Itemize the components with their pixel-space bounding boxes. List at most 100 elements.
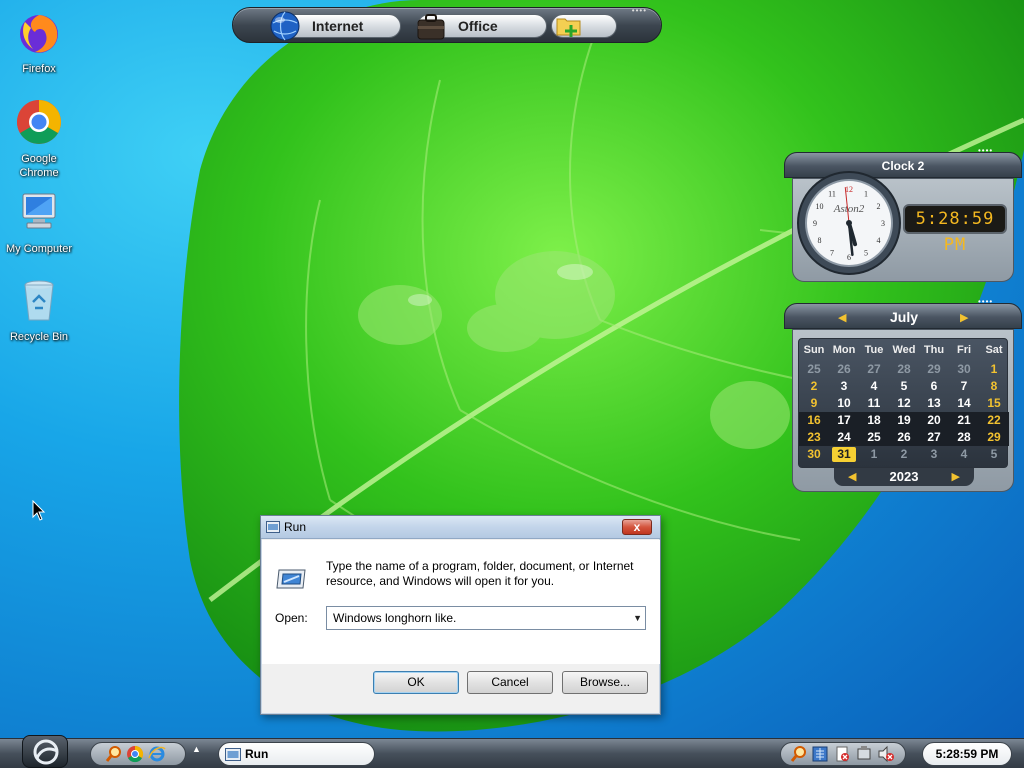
open-combobox[interactable]: Windows longhorn like. ▼ — [326, 606, 646, 630]
calendar-day[interactable]: 2 — [889, 446, 919, 463]
calendar-day[interactable]: 5 — [889, 378, 919, 395]
clock-numeral: 10 — [816, 202, 824, 211]
taskbar-clock[interactable]: 5:28:59 PM — [922, 742, 1012, 766]
calendar-day[interactable]: 21 — [949, 412, 979, 429]
calendar-day[interactable]: 26 — [889, 429, 919, 446]
calendar-day[interactable]: 1 — [859, 446, 889, 463]
calendar-day[interactable]: 28 — [889, 361, 919, 378]
digital-clock: 5:28:59 PM — [903, 204, 1007, 255]
calendar-day[interactable]: 5 — [979, 446, 1009, 463]
calendar-day[interactable]: 15 — [979, 395, 1009, 412]
calendar-day[interactable]: 12 — [889, 395, 919, 412]
prev-year-icon[interactable]: ◀ — [848, 468, 856, 486]
quick-launch-label: Office — [458, 18, 498, 34]
run-dialog-titlebar[interactable]: Run x — [261, 516, 660, 539]
calendar-day[interactable]: 9 — [799, 395, 829, 412]
calendar-day[interactable]: 20 — [919, 412, 949, 429]
run-dialog-description: Type the name of a program, folder, docu… — [326, 559, 634, 588]
desktop-icon-firefox[interactable]: Firefox — [4, 8, 74, 76]
calendar-day[interactable]: 28 — [949, 429, 979, 446]
expand-arrow-icon[interactable]: ▲ — [192, 744, 201, 754]
cancel-button[interactable]: Cancel — [467, 671, 553, 694]
calendar-day[interactable]: 3 — [919, 446, 949, 463]
security-alert-icon[interactable] — [833, 745, 851, 763]
ok-button[interactable]: OK — [373, 671, 459, 694]
search-icon[interactable] — [790, 745, 808, 763]
calendar-weekday: Wed — [892, 344, 916, 356]
calendar-day[interactable]: 25 — [859, 429, 889, 446]
desktop-icon-recycle-bin[interactable]: Recycle Bin — [4, 276, 74, 344]
calendar-weekday: Thu — [923, 344, 945, 356]
calendar-weekday: Tue — [864, 344, 884, 356]
run-dialog: Run x Type the name of a program, folder… — [260, 515, 661, 715]
calendar-day[interactable]: 14 — [949, 395, 979, 412]
calendar-day[interactable]: 23 — [799, 429, 829, 446]
next-year-icon[interactable]: ▶ — [952, 468, 960, 486]
close-button[interactable]: x — [622, 519, 652, 535]
calendar-day[interactable]: 7 — [949, 378, 979, 395]
quick-launch-add[interactable] — [551, 14, 617, 38]
calendar-day[interactable]: 31 — [832, 447, 856, 462]
calendar-day[interactable]: 18 — [859, 412, 889, 429]
start-button[interactable] — [22, 735, 68, 768]
calendar-day[interactable]: 17 — [829, 412, 859, 429]
calendar-day[interactable]: 30 — [949, 361, 979, 378]
calendar-day[interactable]: 26 — [829, 361, 859, 378]
calendar-day[interactable]: 4 — [949, 446, 979, 463]
calendar-weekday: Sun — [803, 344, 825, 356]
calendar-day[interactable]: 2 — [799, 378, 829, 395]
search-icon[interactable] — [105, 745, 123, 763]
calendar-day[interactable]: 29 — [919, 361, 949, 378]
prev-month-icon[interactable]: ◀ — [838, 311, 846, 324]
calendar-year: 2023 — [889, 469, 919, 484]
desktop-icon-label: Recycle Bin — [9, 331, 69, 343]
usb-device-icon[interactable] — [855, 745, 873, 763]
calendar-day[interactable]: 1 — [979, 361, 1009, 378]
next-month-icon[interactable]: ▶ — [960, 311, 968, 324]
clock-numeral: 4 — [876, 236, 880, 245]
calendar-grid: Sun Mon Tue Wed Thu Fri Sat 25 26 27 28 29 30 1 2 3 4 5 6 7… — [798, 338, 1009, 468]
calendar-day[interactable]: 8 — [979, 378, 1009, 395]
chrome-icon[interactable] — [126, 745, 144, 763]
run-dialog-content: Type the name of a program, folder, docu… — [262, 540, 660, 664]
calendar-day[interactable]: 27 — [859, 361, 889, 378]
calendar-day[interactable]: 3 — [829, 378, 859, 395]
calendar-day[interactable]: 29 — [979, 429, 1009, 446]
quick-launch-internet[interactable]: Internet — [270, 11, 401, 41]
desktop-icon-label: Firefox — [22, 63, 56, 75]
chrome-icon — [17, 100, 61, 144]
network-icon[interactable] — [811, 745, 829, 763]
calendar-day[interactable]: 6 — [919, 378, 949, 395]
recycle-bin-icon — [24, 280, 54, 321]
desktop-icon-my-computer[interactable]: My Computer — [4, 188, 74, 256]
calendar-day[interactable]: 24 — [829, 429, 859, 446]
calendar-day[interactable]: 27 — [919, 429, 949, 446]
volume-muted-icon[interactable] — [877, 745, 895, 763]
quick-launch-office[interactable]: Office — [417, 14, 547, 40]
run-small-icon — [266, 521, 280, 533]
calendar-day[interactable]: 25 — [799, 361, 829, 378]
clock-numeral: 9 — [813, 219, 817, 228]
dropdown-arrow-icon[interactable]: ▼ — [633, 607, 642, 629]
calendar-day[interactable]: 30 — [799, 446, 829, 463]
internet-explorer-icon[interactable] — [148, 745, 166, 763]
browse-button[interactable]: Browse... — [562, 671, 648, 694]
add-folder-icon — [556, 18, 581, 37]
clock-brand: Aston2 — [833, 203, 865, 215]
calendar-year-bar: ◀ 2023 ▶ — [834, 468, 974, 486]
computer-icon — [22, 193, 56, 229]
calendar-day[interactable]: 19 — [889, 412, 919, 429]
briefcase-icon — [417, 14, 445, 40]
calendar-day[interactable]: 16 — [799, 412, 829, 429]
calendar-day[interactable]: 10 — [829, 395, 859, 412]
quick-launch-label: Internet — [312, 18, 364, 34]
taskbar-item-run[interactable]: Run — [218, 742, 375, 766]
calendar-day[interactable]: 11 — [859, 395, 889, 412]
grip-handle[interactable]: •••• — [632, 6, 647, 15]
calendar-day[interactable]: 22 — [979, 412, 1009, 429]
calendar-day[interactable]: 13 — [919, 395, 949, 412]
calendar-widget-grip[interactable]: •••• — [978, 297, 993, 306]
desktop-icon-chrome[interactable]: Google Chrome — [4, 98, 74, 180]
calendar-day[interactable]: 4 — [859, 378, 889, 395]
clock-widget-grip[interactable]: •••• — [978, 146, 993, 155]
